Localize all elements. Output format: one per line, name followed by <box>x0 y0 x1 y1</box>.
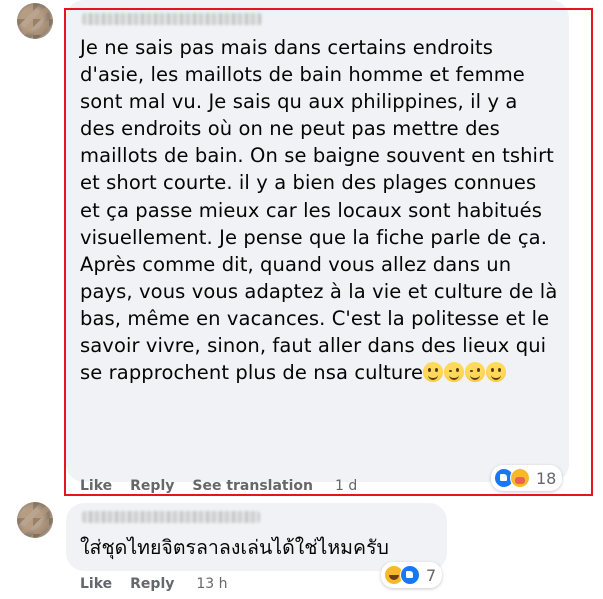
like-icon <box>400 565 420 585</box>
reaction-summary[interactable]: 7 <box>381 562 443 588</box>
highlight-box <box>64 8 593 496</box>
comment-timestamp[interactable]: 13 h <box>196 576 227 592</box>
reply-button[interactable]: Reply <box>130 576 174 592</box>
comment-actions: Like Reply 13 h <box>80 576 246 592</box>
commenter-avatar[interactable] <box>17 502 53 538</box>
comment-text: ใส่ชุดไทยจิตรลาลงเล่นได้ใช่ไหมครับ <box>80 536 389 559</box>
commenter-avatar[interactable] <box>17 3 53 39</box>
like-button[interactable]: Like <box>80 576 112 592</box>
commenter-name-blurred[interactable] <box>82 511 260 523</box>
reaction-count: 7 <box>426 565 437 585</box>
